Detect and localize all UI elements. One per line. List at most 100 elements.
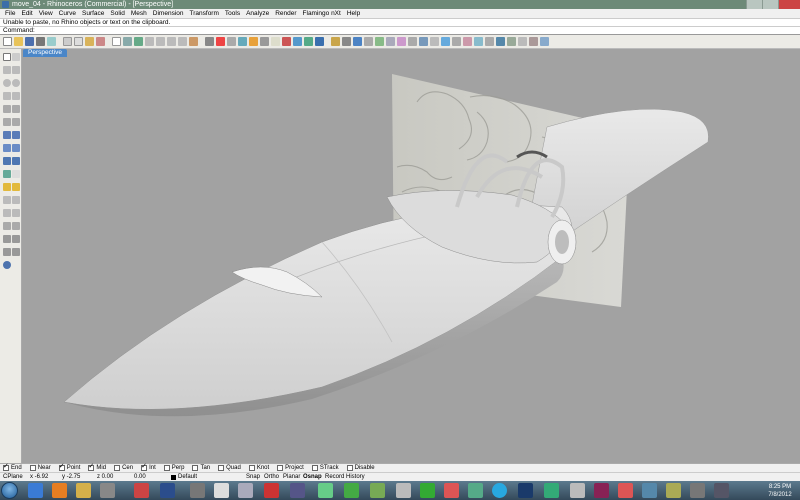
analysis-icon[interactable] — [474, 37, 483, 46]
select-arrow-icon[interactable] — [3, 53, 11, 61]
zoom-selected-icon[interactable] — [178, 37, 187, 46]
osnap-int-checkbox[interactable] — [141, 462, 148, 471]
object-properties-icon[interactable] — [282, 37, 291, 46]
fillet-icon[interactable] — [12, 118, 20, 126]
save-icon[interactable] — [25, 37, 34, 46]
hide-icon[interactable] — [271, 37, 280, 46]
extrude-icon[interactable] — [12, 157, 20, 165]
taskbar-misc-icon[interactable] — [666, 483, 681, 498]
osnap-disable[interactable]: Disable — [346, 465, 375, 471]
maximize-button[interactable] — [762, 0, 778, 9]
menu-help[interactable]: Help — [344, 9, 363, 18]
select-icon[interactable] — [112, 37, 121, 46]
taskbar-vlc-icon[interactable] — [544, 483, 559, 498]
osnap-tan-checkbox[interactable] — [192, 465, 199, 471]
options-icon[interactable] — [315, 37, 324, 46]
explode-icon[interactable] — [12, 248, 20, 256]
new-file-icon[interactable] — [3, 37, 12, 46]
osnap-mid[interactable]: Mid — [88, 462, 106, 471]
osnap-knot-checkbox[interactable] — [248, 465, 255, 471]
menu-analyze[interactable]: Analyze — [243, 9, 272, 18]
camera-icon[interactable] — [419, 37, 428, 46]
copy-tool-icon[interactable] — [12, 196, 20, 204]
taskbar-pdf-icon[interactable] — [618, 483, 633, 498]
text-icon[interactable] — [12, 170, 20, 178]
taskbar-notes-icon[interactable] — [570, 483, 585, 498]
help-icon[interactable] — [353, 37, 362, 46]
zoom-extents-icon[interactable] — [167, 37, 176, 46]
paste-icon[interactable] — [85, 37, 94, 46]
osnap-perp-checkbox[interactable] — [163, 465, 170, 471]
script-icon[interactable] — [496, 37, 505, 46]
osnap-point[interactable]: Point — [58, 462, 80, 471]
menu-surface[interactable]: Surface — [79, 9, 107, 18]
menu-view[interactable]: View — [36, 9, 56, 18]
taskbar-onenote-icon[interactable] — [594, 483, 609, 498]
minimize-button[interactable] — [746, 0, 762, 9]
taskbar-network-icon[interactable] — [642, 483, 657, 498]
taskbar-red-app-icon[interactable] — [444, 483, 459, 498]
taskbar-cad-icon[interactable] — [396, 483, 411, 498]
taskbar-utility-icon[interactable] — [238, 483, 253, 498]
mirror-icon[interactable] — [3, 222, 11, 230]
grid-icon[interactable] — [364, 37, 373, 46]
extra-tool-icon[interactable] — [452, 37, 461, 46]
osnap-tan[interactable]: Tan — [192, 465, 210, 471]
boolean-icon[interactable] — [3, 157, 11, 165]
dimension-icon[interactable] — [342, 37, 351, 46]
cut-icon[interactable] — [63, 37, 72, 46]
osnap-near-checkbox[interactable] — [29, 465, 36, 471]
ellipse-icon[interactable] — [3, 92, 11, 100]
osnap-near[interactable]: Near — [29, 465, 51, 471]
osnap-strack-checkbox[interactable] — [311, 465, 318, 471]
plugin-icon[interactable] — [485, 37, 494, 46]
taskbar-tool-icon[interactable] — [190, 483, 205, 498]
point-icon[interactable] — [12, 53, 20, 61]
taskbar-explorer-icon[interactable] — [76, 483, 91, 498]
curve-icon[interactable] — [12, 66, 20, 74]
sphere-solid-icon[interactable] — [12, 144, 20, 152]
move-icon[interactable] — [3, 196, 11, 204]
dimension-tool-icon[interactable] — [12, 183, 20, 191]
taskbar-chat-icon[interactable] — [420, 483, 435, 498]
taskbar-skype-icon[interactable] — [492, 483, 507, 498]
start-button[interactable] — [1, 482, 18, 499]
osnap-cen-checkbox[interactable] — [114, 465, 121, 471]
osnap-strack[interactable]: STrack — [311, 465, 339, 471]
copy-icon[interactable] — [74, 37, 83, 46]
osnap-knot[interactable]: Knot — [248, 465, 269, 471]
material-icon[interactable] — [397, 37, 406, 46]
taskbar-word-icon[interactable] — [290, 483, 305, 498]
taskbar-firefox-icon[interactable] — [52, 483, 67, 498]
polygon-icon[interactable] — [3, 105, 11, 113]
display-mode-icon[interactable] — [238, 37, 247, 46]
trim-icon[interactable] — [3, 235, 11, 243]
osnap-quad-checkbox[interactable] — [218, 465, 225, 471]
system-clock[interactable]: 8:25 PM 7/8/2012 — [762, 481, 798, 500]
pan-icon[interactable] — [123, 37, 132, 46]
taskbar-acrobat-icon[interactable] — [264, 483, 279, 498]
rotate-icon[interactable] — [3, 209, 11, 217]
zoom-window-icon[interactable] — [156, 37, 165, 46]
menu-transform[interactable]: Transform — [187, 9, 222, 18]
menu-curve[interactable]: Curve — [56, 9, 79, 18]
toolbar-more-icon[interactable] — [540, 37, 549, 46]
menu-tools[interactable]: Tools — [222, 9, 243, 18]
taskbar-app-icon[interactable] — [100, 483, 115, 498]
loft-icon[interactable] — [12, 131, 20, 139]
taskbar-tray-icon[interactable] — [690, 483, 705, 498]
perspective-viewport[interactable] — [22, 57, 800, 463]
freeform-icon[interactable] — [12, 105, 20, 113]
osnap-end-checkbox[interactable] — [3, 462, 9, 471]
osnap-disable-checkbox[interactable] — [346, 465, 353, 471]
layer-icon[interactable] — [375, 37, 384, 46]
mesh-icon[interactable] — [3, 170, 11, 178]
tool-icon[interactable] — [331, 37, 340, 46]
misc-tool-icon[interactable] — [463, 37, 472, 46]
flamingo-icon[interactable] — [430, 37, 439, 46]
taskbar-ie-icon[interactable] — [28, 483, 43, 498]
scale-icon[interactable] — [12, 209, 20, 217]
rectangle-icon[interactable] — [12, 92, 20, 100]
print-icon[interactable] — [36, 37, 45, 46]
lock-icon[interactable] — [260, 37, 269, 46]
